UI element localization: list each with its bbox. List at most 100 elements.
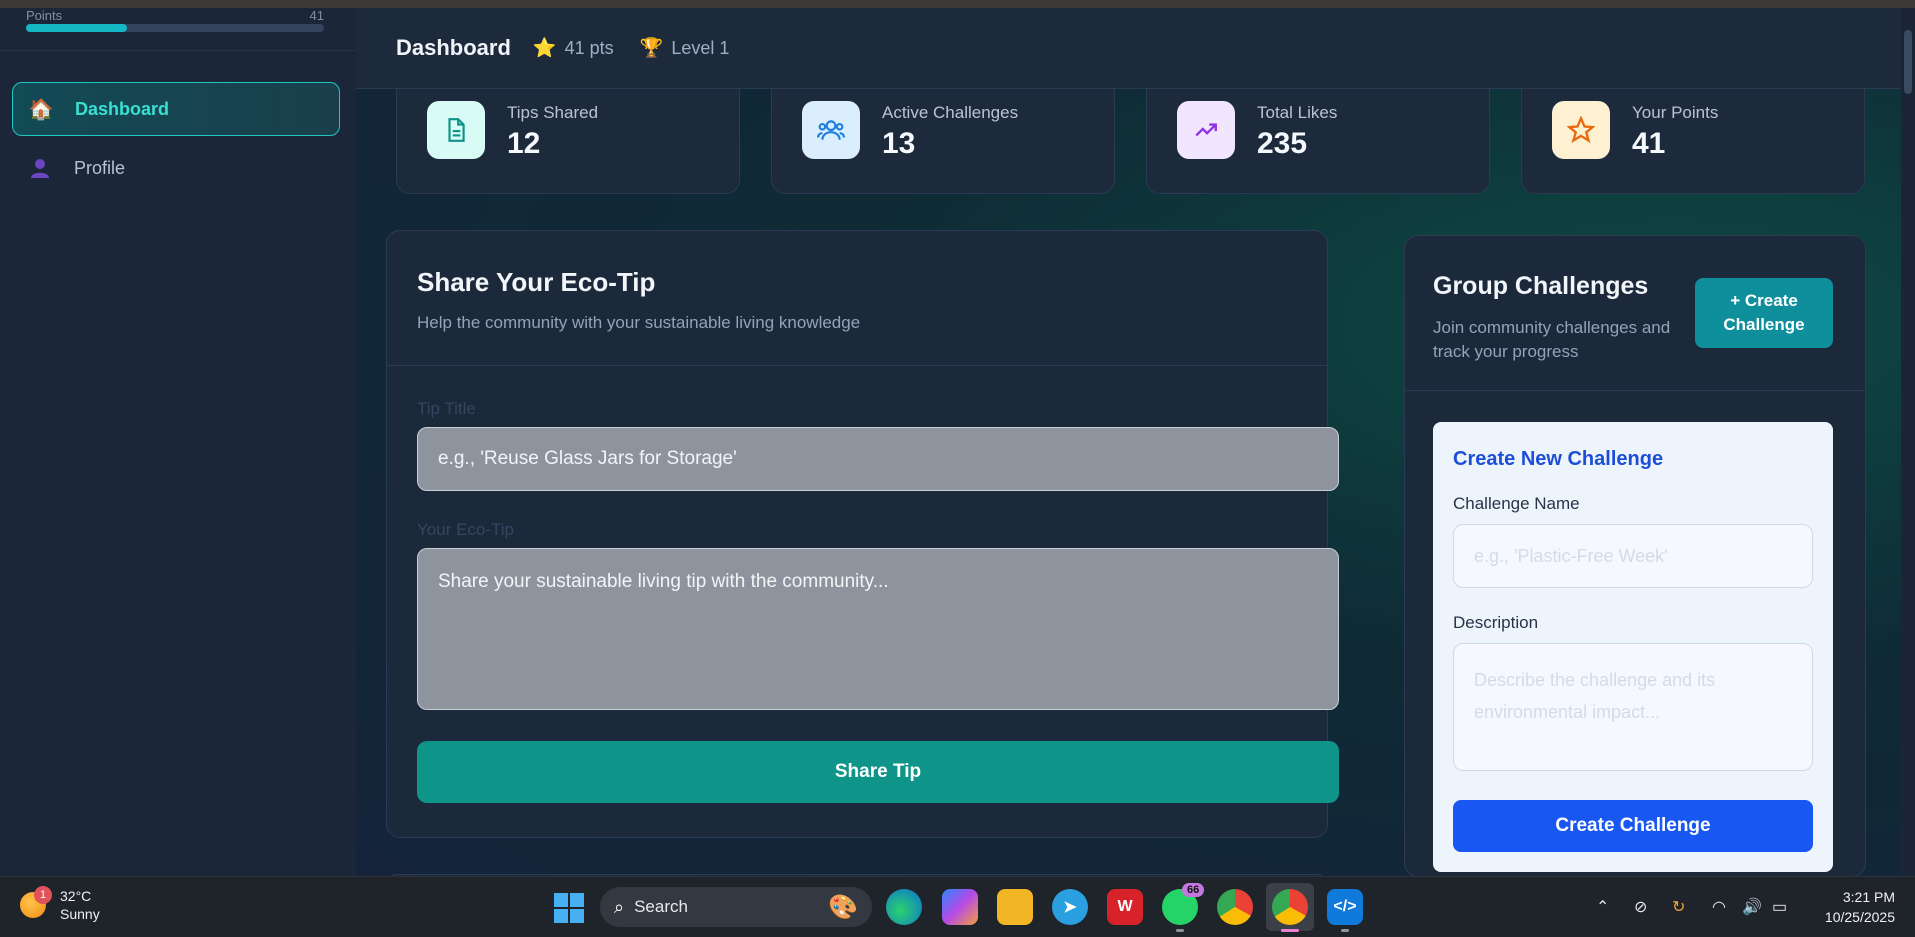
challenge-name-placeholder: e.g., 'Plastic-Free Week' bbox=[1474, 545, 1668, 566]
challenge-description-textarea[interactable]: Describe the challenge and its environme… bbox=[1453, 643, 1813, 771]
page-title: Dashboard bbox=[396, 35, 511, 60]
file-explorer-icon[interactable] bbox=[997, 889, 1033, 925]
progress-label: Points bbox=[26, 8, 63, 23]
tip-body-label: Your Eco-Tip bbox=[417, 520, 515, 539]
points-text: 41 pts bbox=[564, 37, 614, 58]
stat-card-active-challenges: Active Challenges 13 bbox=[771, 89, 1115, 194]
sidebar-item-profile[interactable]: Profile bbox=[12, 142, 338, 194]
document-icon bbox=[427, 101, 485, 159]
scrollbar-thumb[interactable] bbox=[1904, 30, 1912, 94]
windows-taskbar: 1 32°C Sunny ⌕ Search 🎨 ➤ W 66 </> ⌃ ⊘ ↻… bbox=[0, 876, 1915, 937]
challenge-description-placeholder: Describe the challenge and its environme… bbox=[1474, 670, 1716, 722]
stat-label: Active Challenges bbox=[882, 103, 1019, 122]
tip-title-placeholder: e.g., 'Reuse Glass Jars for Storage' bbox=[438, 448, 737, 469]
palette-icon: 🎨 bbox=[828, 894, 858, 921]
group-challenges-subtitle: Join community challenges and track your… bbox=[1433, 318, 1671, 361]
points-progress: Points 41 bbox=[26, 8, 324, 32]
sidebar-item-label: Dashboard bbox=[75, 98, 170, 119]
share-tip-subtitle: Help the community with your sustainable… bbox=[417, 313, 861, 332]
stat-label: Your Points bbox=[1632, 103, 1719, 122]
sidebar-divider bbox=[0, 50, 356, 51]
sidebar: Points 41 🏠 Dashboard Profile bbox=[0, 8, 357, 876]
trending-up-icon bbox=[1177, 101, 1235, 159]
taskbar-search[interactable]: ⌕ Search 🎨 bbox=[600, 887, 872, 927]
sync-icon[interactable]: ↻ bbox=[1672, 897, 1685, 917]
wps-office-icon[interactable]: W bbox=[1107, 889, 1143, 925]
tip-body-placeholder: Share your sustainable living tip with t… bbox=[438, 571, 889, 592]
challenge-description-label: Description bbox=[1453, 613, 1539, 632]
battery-icon[interactable]: ▭ bbox=[1772, 897, 1787, 917]
copilot-icon[interactable] bbox=[942, 889, 978, 925]
clock-time: 3:21 PM bbox=[1842, 889, 1895, 905]
weather-widget[interactable]: 1 32°C Sunny bbox=[20, 886, 100, 923]
taskbar-search-label: Search bbox=[634, 897, 688, 916]
tip-title-input[interactable]: e.g., 'Reuse Glass Jars for Storage' bbox=[417, 427, 1339, 491]
whatsapp-badge: 66 bbox=[1182, 883, 1205, 897]
points-badge: ⭐ 41 pts bbox=[533, 36, 614, 60]
stat-card-your-points: Your Points 41 bbox=[1521, 89, 1865, 194]
person-icon bbox=[28, 156, 52, 180]
stat-label: Total Likes bbox=[1257, 103, 1338, 122]
tip-body-textarea[interactable]: Share your sustainable living tip with t… bbox=[417, 548, 1339, 710]
edge-icon[interactable] bbox=[886, 889, 922, 925]
create-challenge-submit-button[interactable]: Create Challenge bbox=[1453, 800, 1813, 852]
sun-icon: 1 bbox=[20, 886, 52, 918]
main-content: Tips Shared 12 Active Challenges 13 Tota… bbox=[356, 89, 1901, 876]
vscode-icon[interactable]: </> bbox=[1327, 889, 1363, 925]
volume-icon[interactable]: 🔊 bbox=[1742, 897, 1762, 917]
sidebar-item-label: Profile bbox=[74, 157, 126, 178]
stat-value: 235 bbox=[1257, 127, 1308, 160]
running-indicator bbox=[1176, 929, 1184, 932]
create-challenge-form: Create New Challenge Challenge Name e.g.… bbox=[1433, 422, 1833, 872]
challenge-name-label: Challenge Name bbox=[1453, 494, 1580, 513]
windows-start-icon[interactable] bbox=[554, 893, 584, 923]
running-indicator bbox=[1341, 929, 1349, 932]
stat-card-total-likes: Total Likes 235 bbox=[1146, 89, 1490, 194]
stat-value: 12 bbox=[507, 127, 541, 160]
stat-label: Tips Shared bbox=[507, 103, 599, 122]
active-indicator bbox=[1281, 929, 1299, 932]
weather-text: 32°C Sunny bbox=[60, 887, 100, 923]
sidebar-item-dashboard[interactable]: 🏠 Dashboard bbox=[12, 82, 340, 136]
house-icon: 🏠 bbox=[28, 98, 54, 121]
card-divider bbox=[387, 365, 1327, 366]
system-clock[interactable]: 3:21 PM 10/25/2025 bbox=[1825, 887, 1895, 927]
weather-temp: 32°C bbox=[60, 888, 92, 904]
card-divider bbox=[1405, 390, 1865, 391]
star-icon: ⭐ bbox=[532, 38, 557, 59]
group-challenges-card: Group Challenges Join community challeng… bbox=[1404, 235, 1866, 876]
clock-date: 10/25/2025 bbox=[1824, 909, 1895, 925]
stat-card-tips-shared: Tips Shared 12 bbox=[396, 89, 740, 194]
window-top-strip bbox=[0, 0, 1915, 8]
wifi-icon[interactable]: ◠ bbox=[1712, 897, 1726, 917]
trophy-icon: 🏆 bbox=[639, 38, 664, 59]
group-challenges-title: Group Challenges bbox=[1433, 272, 1649, 300]
chrome-profile-icon[interactable] bbox=[1272, 889, 1308, 925]
chrome-icon[interactable] bbox=[1217, 889, 1253, 925]
search-icon: ⌕ bbox=[614, 896, 625, 917]
eye-off-icon[interactable]: ⊘ bbox=[1634, 897, 1647, 917]
telegram-icon[interactable]: ➤ bbox=[1052, 889, 1088, 925]
tip-title-label: Tip Title bbox=[417, 399, 476, 418]
share-tip-card: Share Your Eco-Tip Help the community wi… bbox=[386, 230, 1339, 838]
level-badge: 🏆 Level 1 bbox=[640, 36, 730, 60]
create-challenge-toggle-button[interactable]: + Create Challenge bbox=[1695, 278, 1833, 348]
share-tip-title: Share Your Eco-Tip bbox=[417, 267, 656, 297]
chevron-up-icon[interactable]: ⌃ bbox=[1596, 897, 1609, 917]
weather-badge: 1 bbox=[34, 886, 52, 904]
users-icon bbox=[802, 101, 860, 159]
create-challenge-toggle-label: + Create Challenge bbox=[1723, 291, 1805, 334]
share-tip-button[interactable]: Share Tip bbox=[417, 741, 1339, 803]
challenge-name-input[interactable]: e.g., 'Plastic-Free Week' bbox=[1453, 524, 1813, 588]
star-icon bbox=[1552, 101, 1610, 159]
level-text: Level 1 bbox=[671, 37, 730, 58]
progress-fill bbox=[26, 24, 128, 32]
stat-value: 41 bbox=[1632, 127, 1666, 160]
weather-desc: Sunny bbox=[60, 906, 100, 922]
whatsapp-icon[interactable]: 66 bbox=[1162, 883, 1205, 925]
page-scrollbar[interactable] bbox=[1901, 8, 1915, 876]
stat-value: 13 bbox=[882, 127, 916, 160]
top-header: Dashboard ⭐ 41 pts 🏆 Level 1 bbox=[356, 8, 1915, 89]
create-challenge-form-title: Create New Challenge bbox=[1453, 448, 1664, 470]
progress-value: 41 bbox=[309, 8, 324, 23]
